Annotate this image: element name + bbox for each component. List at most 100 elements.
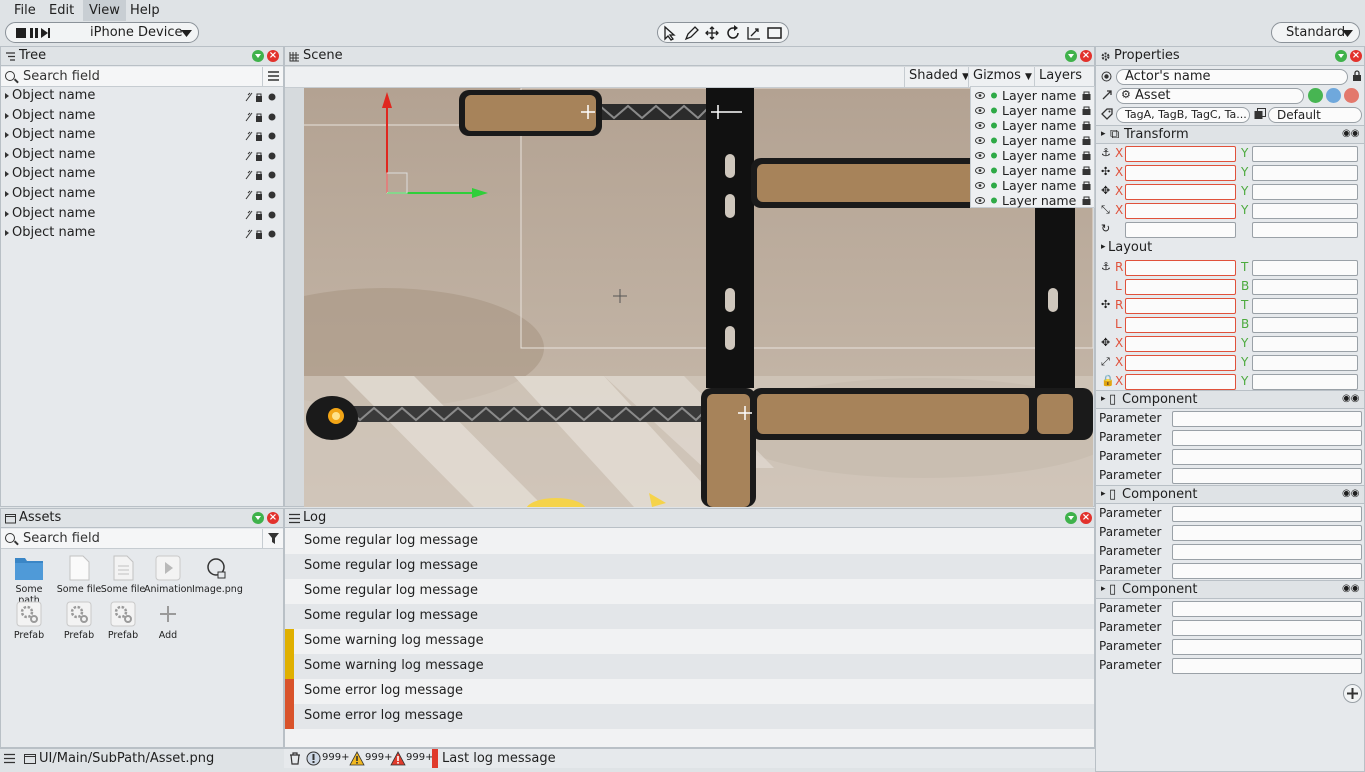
parameter-field[interactable]	[1172, 525, 1362, 541]
value-field[interactable]	[1252, 336, 1358, 352]
status-dot-icon[interactable]	[991, 107, 997, 114]
move-tool-icon[interactable]	[705, 26, 719, 40]
layer-row[interactable]: Layer name	[971, 193, 1094, 208]
eye-icon[interactable]	[975, 107, 985, 114]
log-row[interactable]: Some warning log message	[285, 629, 1094, 654]
asset-item[interactable]: Prefab	[5, 601, 53, 641]
lock-icon[interactable]	[1082, 150, 1091, 160]
value-field[interactable]	[1252, 279, 1358, 295]
visibility-icon[interactable]	[268, 211, 276, 219]
asset-item[interactable]: Image.png	[192, 555, 243, 595]
tree-row[interactable]: Object name	[1, 185, 283, 204]
value-field[interactable]	[1252, 203, 1358, 219]
revert-icon[interactable]	[1326, 88, 1341, 103]
close-icon[interactable]: ×	[1080, 50, 1092, 62]
lock-icon[interactable]	[256, 191, 262, 200]
minimize-icon[interactable]	[1065, 512, 1077, 524]
asset-item[interactable]: Some file	[55, 555, 103, 595]
tree-search-input[interactable]: Search field	[23, 69, 100, 84]
playback-controls-icon[interactable]	[16, 26, 52, 40]
component-section[interactable]: ▸ ▯ Component ◉◉	[1096, 485, 1364, 504]
log-row[interactable]: Some regular log message	[285, 554, 1094, 579]
expand-icon[interactable]	[5, 151, 9, 158]
warning-icon[interactable]	[349, 751, 365, 766]
value-field[interactable]	[1125, 317, 1236, 333]
lock-icon[interactable]	[256, 211, 262, 220]
lock-icon[interactable]	[1082, 120, 1091, 130]
link-icon[interactable]	[245, 229, 253, 239]
value-field[interactable]	[1125, 165, 1236, 181]
section-toggle-icon[interactable]: ◉◉	[1342, 488, 1359, 499]
rect-tool-icon[interactable]	[767, 27, 782, 39]
value-field[interactable]	[1252, 222, 1358, 238]
visibility-icon[interactable]	[268, 230, 276, 238]
tree-row[interactable]: Object name	[1, 87, 283, 106]
asset-item[interactable]: Animation	[144, 555, 192, 595]
log-row[interactable]: Some warning log message	[285, 654, 1094, 679]
layer-row[interactable]: Layer name	[971, 178, 1094, 193]
lock-icon[interactable]	[1082, 90, 1091, 100]
close-icon[interactable]: ×	[1350, 50, 1362, 62]
visibility-icon[interactable]	[268, 113, 276, 121]
minimize-icon[interactable]	[1335, 50, 1347, 62]
value-field[interactable]	[1252, 165, 1358, 181]
menu-view[interactable]: View	[83, 0, 126, 21]
link-icon[interactable]	[245, 92, 253, 102]
expand-icon[interactable]	[5, 210, 9, 217]
value-field[interactable]	[1252, 184, 1358, 200]
eye-icon[interactable]	[975, 197, 985, 204]
layer-row[interactable]: Layer name	[971, 163, 1094, 178]
parameter-field[interactable]	[1172, 658, 1362, 674]
eye-icon[interactable]	[975, 122, 985, 129]
log-row[interactable]: Some error log message	[285, 704, 1094, 729]
link-icon[interactable]	[245, 151, 253, 161]
expand-icon[interactable]	[5, 191, 9, 197]
log-row[interactable]: Some regular log message	[285, 579, 1094, 604]
rotate-tool-icon[interactable]	[727, 25, 739, 39]
section-toggle-icon[interactable]: ◉◉	[1342, 128, 1359, 139]
visibility-icon[interactable]	[268, 191, 276, 199]
parameter-field[interactable]	[1172, 449, 1362, 465]
value-field[interactable]	[1125, 260, 1236, 276]
parameter-field[interactable]	[1172, 411, 1362, 427]
visibility-icon[interactable]	[268, 93, 276, 101]
eye-icon[interactable]	[975, 182, 985, 189]
assets-search[interactable]: Search field	[1, 529, 283, 549]
list-icon[interactable]	[4, 753, 15, 764]
layer-row[interactable]: Layer name	[971, 148, 1094, 163]
value-field[interactable]	[1125, 336, 1236, 352]
expand-icon[interactable]	[5, 230, 9, 237]
link-icon[interactable]	[245, 131, 253, 141]
lock-icon[interactable]	[256, 152, 262, 161]
parameter-field[interactable]	[1172, 544, 1362, 560]
log-row[interactable]: Some regular log message	[285, 604, 1094, 629]
section-toggle-icon[interactable]: ◉◉	[1342, 393, 1359, 404]
assets-filter-button[interactable]	[262, 529, 283, 548]
log-row[interactable]: Some regular log message	[285, 529, 1094, 554]
component-section[interactable]: ▸ ▯ Component ◉◉	[1096, 390, 1364, 409]
close-icon[interactable]: ×	[1080, 512, 1092, 524]
edit-tool-icon[interactable]	[684, 26, 699, 41]
value-field[interactable]	[1252, 355, 1358, 371]
minimize-icon[interactable]	[252, 50, 264, 62]
component-section[interactable]: ▸ ▯ Component ◉◉	[1096, 580, 1364, 599]
expand-icon[interactable]	[5, 132, 9, 139]
lock-icon[interactable]	[1082, 165, 1091, 175]
log-row[interactable]: Some error log message	[285, 679, 1094, 704]
value-field[interactable]	[1125, 184, 1236, 200]
apply-icon[interactable]	[1308, 88, 1323, 103]
close-icon[interactable]: ×	[267, 512, 279, 524]
tree-options-button[interactable]	[262, 67, 283, 86]
value-field[interactable]	[1125, 374, 1236, 390]
menu-edit[interactable]: Edit	[43, 0, 80, 21]
parameter-field[interactable]	[1172, 468, 1362, 484]
visibility-icon[interactable]	[268, 171, 276, 179]
tree-row[interactable]: Object name	[1, 107, 283, 126]
lock-icon[interactable]	[1082, 135, 1091, 145]
status-dot-icon[interactable]	[991, 122, 997, 129]
scale-tool-icon[interactable]	[747, 27, 760, 40]
layer-row[interactable]: Layer name	[971, 118, 1094, 133]
copy-icon[interactable]	[1254, 108, 1266, 120]
info-icon[interactable]	[306, 751, 321, 766]
parameter-field[interactable]	[1172, 506, 1362, 522]
